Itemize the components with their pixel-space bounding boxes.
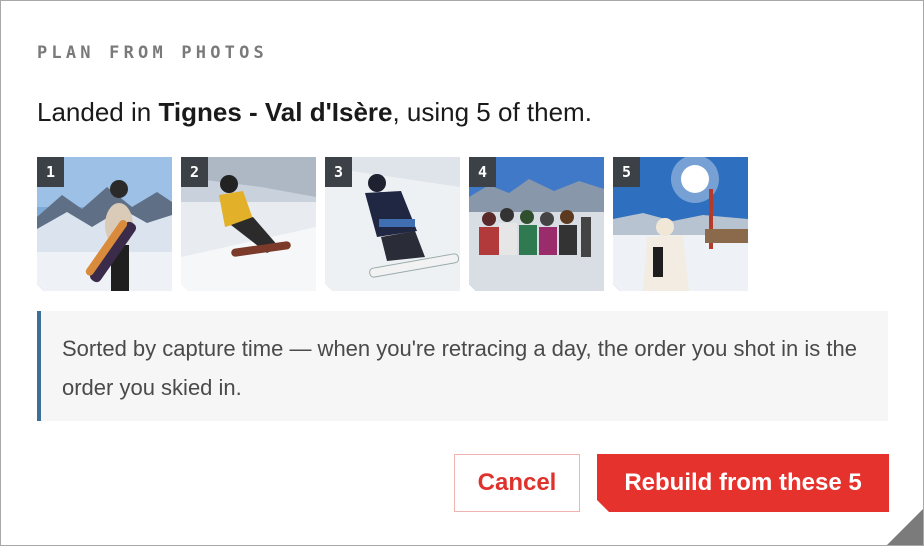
photo-index-badge: 1 [37,157,64,187]
headline-prefix: Landed in [37,97,159,127]
photo-thumbnail-2[interactable]: 2 [181,157,316,291]
photo-index-badge: 2 [181,157,208,187]
sort-explanation-note: Sorted by capture time — when you're ret… [37,311,888,421]
photo-index-badge: 4 [469,157,496,187]
corner-fold-decoration [887,509,923,545]
plan-from-photos-dialog: PLAN FROM PHOTOS Landed in Tignes - Val … [0,0,924,546]
headline-location: Tignes - Val d'Isère [158,97,393,127]
dialog-eyebrow: PLAN FROM PHOTOS [37,43,268,63]
photo-thumbnail-3[interactable]: 3 [325,157,460,291]
dialog-headline: Landed in Tignes - Val d'Isère, using 5 … [37,97,592,128]
photo-strip: 1 2 3 4 5 [37,157,748,291]
photo-thumbnail-4[interactable]: 4 [469,157,604,291]
cancel-button[interactable]: Cancel [454,454,580,512]
photo-index-badge: 5 [613,157,640,187]
photo-index-badge: 3 [325,157,352,187]
photo-thumbnail-1[interactable]: 1 [37,157,172,291]
headline-suffix: , using 5 of them. [392,97,592,127]
rebuild-button[interactable]: Rebuild from these 5 [597,454,889,512]
photo-thumbnail-5[interactable]: 5 [613,157,748,291]
